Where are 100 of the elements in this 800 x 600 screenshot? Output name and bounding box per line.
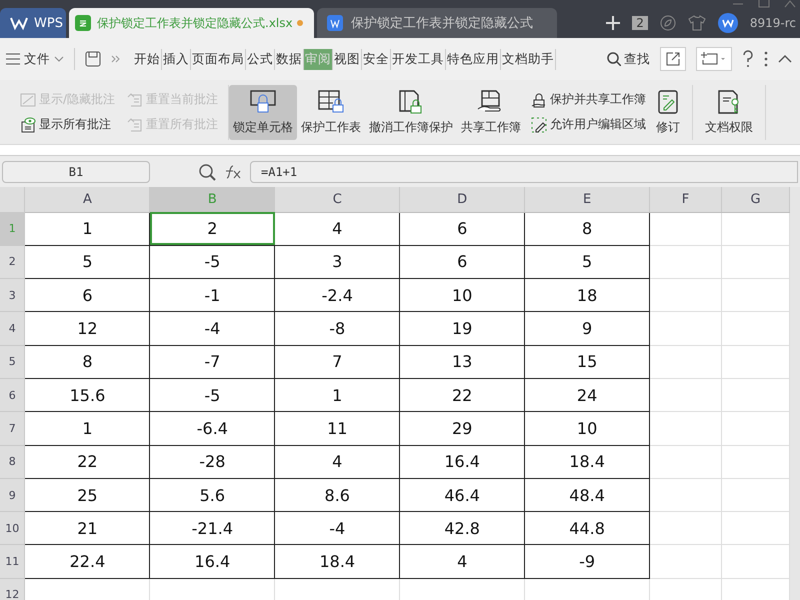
formula-field[interactable]: =A1+1 <box>250 160 798 182</box>
ribbon-tab[interactable]: 安全 <box>362 48 391 70</box>
table-cell[interactable]: -7 <box>150 345 275 378</box>
document-tab[interactable]: WPS <box>0 8 66 38</box>
table-cell[interactable]: 5.6 <box>150 478 275 512</box>
table-cell[interactable]: -5 <box>150 378 275 412</box>
search-button[interactable]: 查找 <box>607 50 650 68</box>
table-cell[interactable]: 16.4 <box>400 445 525 478</box>
ribbon-button[interactable]: 锁定单元格 <box>229 84 298 140</box>
ribbon-tab[interactable]: 文档助手 <box>501 48 556 70</box>
name-box[interactable]: B1 <box>2 160 150 182</box>
column-header[interactable]: E <box>524 187 650 212</box>
table-cell[interactable]: -4 <box>274 512 400 545</box>
menu-label: 文件 <box>24 50 50 68</box>
ribbon-tab[interactable]: 视图 <box>333 48 362 70</box>
permission-button[interactable]: 文档权限 <box>701 84 758 140</box>
row-header[interactable]: 4 <box>0 312 25 346</box>
ribbon-button[interactable]: 共享工作簿 <box>457 84 526 140</box>
table-cell[interactable]: 19 <box>400 312 525 346</box>
table-cell[interactable]: 15.6 <box>24 378 150 412</box>
table-cell[interactable]: 2 <box>150 212 275 246</box>
revise-button[interactable]: 修订 <box>652 84 684 140</box>
table-cell[interactable]: 9 <box>524 312 650 346</box>
row-header[interactable]: 7 <box>0 412 25 446</box>
column-header[interactable]: C <box>274 187 400 212</box>
table-cell[interactable]: 1 <box>24 412 150 446</box>
document-tab[interactable]: 保护锁定工作表并锁定隐藏公式 <box>317 8 557 38</box>
ribbon-tab[interactable]: 页面布局 <box>191 48 246 70</box>
table-cell[interactable]: 22 <box>24 445 150 478</box>
table-cell[interactable]: 10 <box>400 278 525 312</box>
table-cell[interactable]: 6 <box>400 212 525 246</box>
tab-count[interactable]: 2 <box>632 16 648 30</box>
user-name[interactable]: 8919-rc <box>750 16 796 30</box>
table-cell[interactable]: 29 <box>400 412 525 446</box>
ribbon-button[interactable]: 保护并共享工作簿 <box>531 91 646 108</box>
row-header[interactable]: 12 <box>0 578 25 600</box>
table-cell[interactable]: 22 <box>400 378 525 412</box>
table-cell[interactable]: 10 <box>524 412 650 446</box>
ribbon-button[interactable]: 允许用户编辑区域 <box>531 116 646 133</box>
table-cell[interactable]: 44.8 <box>524 512 650 545</box>
column-header[interactable]: D <box>400 187 525 212</box>
column-header[interactable]: F <box>650 187 722 212</box>
table-cell[interactable]: 11 <box>274 412 400 446</box>
row-header[interactable]: 5 <box>0 345 25 378</box>
table-cell[interactable]: -8 <box>274 312 400 346</box>
ribbon-tab[interactable]: 开发工具 <box>391 48 446 70</box>
ribbon-tab[interactable]: 公式 <box>246 48 275 70</box>
file-menu[interactable]: 文件 <box>6 48 75 70</box>
table-cell[interactable]: -21.4 <box>150 512 275 545</box>
table-cell[interactable]: 6 <box>24 278 150 312</box>
table-cell[interactable]: 8 <box>24 345 150 378</box>
table-cell[interactable]: 25 <box>24 478 150 512</box>
row-header[interactable]: 11 <box>0 544 25 578</box>
table-cell[interactable]: 18.4 <box>524 445 650 478</box>
table-cell[interactable]: -28 <box>150 445 275 478</box>
table-cell[interactable]: -9 <box>524 544 650 578</box>
row-header[interactable]: 10 <box>0 512 25 545</box>
table-cell[interactable]: 12 <box>24 312 150 346</box>
ribbon-tab[interactable]: 特色应用 <box>446 48 501 70</box>
table-cell[interactable]: -5 <box>150 245 275 279</box>
ribbon-button[interactable]: 保护工作表 <box>297 84 366 140</box>
table-cell[interactable]: -4 <box>150 312 275 346</box>
table-cell[interactable]: 13 <box>400 345 525 378</box>
row-header[interactable]: 8 <box>0 445 25 478</box>
table-cell[interactable]: 5 <box>24 245 150 279</box>
table-cell[interactable]: 6 <box>400 245 525 279</box>
table-cell[interactable]: 15 <box>524 345 650 378</box>
table-cell[interactable]: 18.4 <box>274 544 400 578</box>
table-cell[interactable]: -1 <box>150 278 275 312</box>
table-cell[interactable]: -2.4 <box>274 278 400 312</box>
column-header[interactable]: G <box>721 187 790 212</box>
table-cell[interactable]: 3 <box>274 245 400 279</box>
table-cell[interactable]: 18 <box>524 278 650 312</box>
ribbon-button[interactable]: 撤消工作簿保护 <box>365 84 458 140</box>
column-header[interactable]: A <box>24 187 150 212</box>
table-cell[interactable]: 46.4 <box>400 478 525 512</box>
row-header[interactable]: 2 <box>0 245 25 279</box>
table-cell[interactable]: 4 <box>274 445 400 478</box>
comment-button[interactable]: 显示所有批注 <box>20 116 116 133</box>
table-cell[interactable]: 1 <box>24 212 150 246</box>
table-cell[interactable]: 21 <box>24 512 150 545</box>
table-cell[interactable]: 16.4 <box>150 544 275 578</box>
row-header[interactable]: 3 <box>0 278 25 312</box>
table-cell[interactable]: 4 <box>274 212 400 246</box>
row-header[interactable]: 9 <box>0 478 25 512</box>
table-cell[interactable]: 22.4 <box>24 544 150 578</box>
table-cell[interactable]: 7 <box>274 345 400 378</box>
table-cell[interactable]: 8.6 <box>274 478 400 512</box>
table-cell[interactable]: -6.4 <box>150 412 275 446</box>
table-cell[interactable]: 5 <box>524 245 650 279</box>
table-cell[interactable]: 48.4 <box>524 478 650 512</box>
table-cell[interactable]: 1 <box>274 378 400 412</box>
table-cell[interactable]: 4 <box>400 544 525 578</box>
table-cell[interactable]: 24 <box>524 378 650 412</box>
ribbon-tab[interactable]: 开始 <box>133 48 162 70</box>
table-cell[interactable]: 42.8 <box>400 512 525 545</box>
ribbon-tab[interactable]: 插入 <box>162 48 191 70</box>
table-cell[interactable]: 8 <box>524 212 650 246</box>
tab-label: 保护锁定工作表并锁定隐藏公式 <box>351 15 533 32</box>
row-header[interactable]: 6 <box>0 378 25 412</box>
